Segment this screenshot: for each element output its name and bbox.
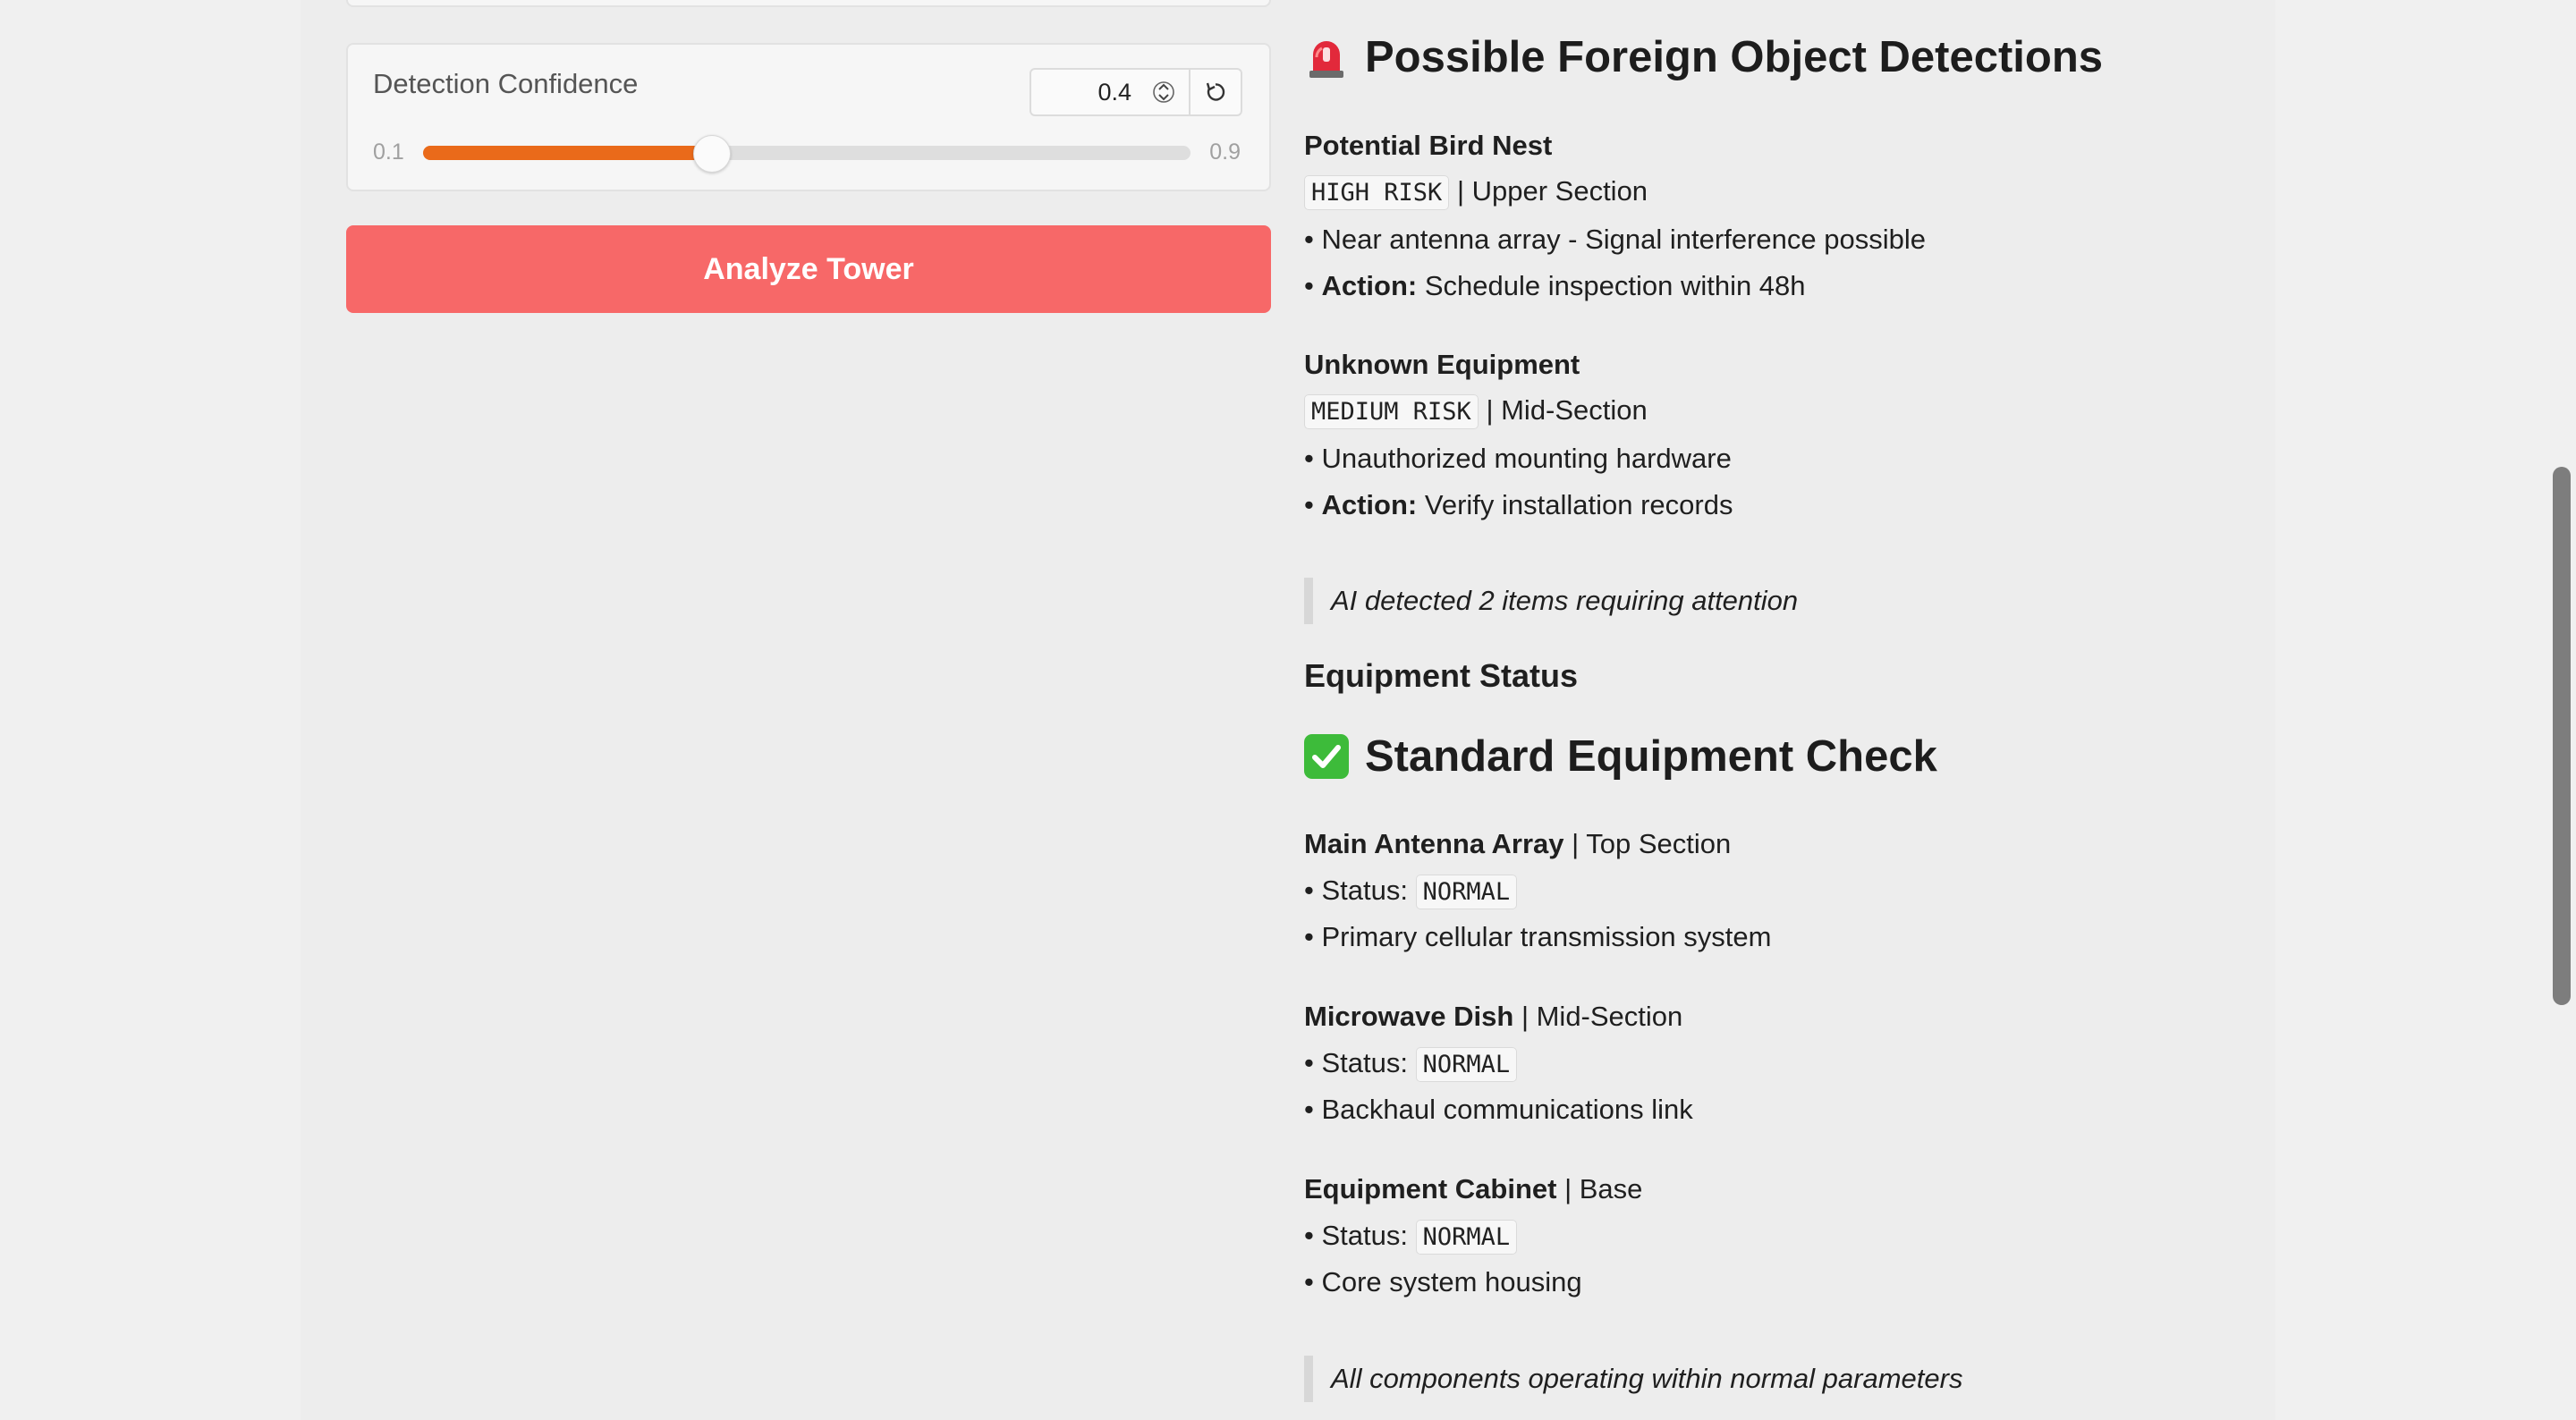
reset-icon [1206,82,1225,101]
analyze-tower-button[interactable]: Analyze Tower [346,225,1271,313]
risk-badge: HIGH RISK [1304,175,1450,210]
equipment-2-header: Microwave Dish | Mid-Section [1304,1001,1683,1032]
equipment-1-header: Main Antenna Array | Top Section [1304,828,1732,859]
check-mark-icon [1304,734,1349,779]
detection-2-location: | Mid-Section [1486,394,1648,426]
confidence-number-input[interactable]: 0.4 [1030,68,1242,116]
equipment-check-heading: Standard Equipment Check [1304,731,1937,782]
confidence-value[interactable]: 0.4 [1031,70,1139,114]
spinner-arrows-icon[interactable] [1139,70,1189,114]
rotating-light-icon [1304,35,1349,80]
detection-1-detail: • Near antenna array - Signal interferen… [1304,224,1926,255]
equipment-1-desc: • Primary cellular transmission system [1304,921,1772,952]
confidence-slider-card: Detection Confidence 0.4 0.1 0.9 [346,43,1271,191]
main-container [301,0,2275,1420]
confidence-slider-thumb[interactable] [692,135,731,173]
previous-card-edge [346,0,1271,7]
detection-1-risk-line: HIGH RISK | Upper Section [1304,175,1648,210]
equipment-3-header: Equipment Cabinet | Base [1304,1173,1643,1204]
equipment-2-desc: • Backhaul communications link [1304,1094,1693,1125]
status-badge: NORMAL [1415,1220,1518,1255]
scrollbar[interactable] [2547,0,2576,1420]
detection-2-action: • Action: Verify installation records [1304,489,1733,520]
equipment-summary: All components operating within normal p… [1304,1356,1962,1402]
equipment-check-title: Standard Equipment Check [1365,732,1937,781]
reset-button[interactable] [1189,70,1241,114]
risk-badge: MEDIUM RISK [1304,394,1479,429]
status-badge: NORMAL [1415,875,1518,909]
confidence-label: Detection Confidence [373,68,639,99]
detections-summary: AI detected 2 items requiring attention [1304,578,1798,624]
slider-min-label: 0.1 [373,139,404,165]
equipment-3-desc: • Core system housing [1304,1266,1582,1297]
detection-1-action: • Action: Schedule inspection within 48h [1304,270,1806,301]
equipment-status-heading: Equipment Status [1304,657,1579,694]
detection-2-risk-line: MEDIUM RISK | Mid-Section [1304,394,1648,429]
confidence-slider-fill [423,146,711,160]
slider-max-label: 0.9 [1209,139,1241,165]
equipment-3-status: • Status: NORMAL [1304,1220,1518,1255]
detections-title: Possible Foreign Object Detections [1365,33,2104,81]
equipment-2-status: • Status: NORMAL [1304,1047,1518,1082]
detection-2-name: Unknown Equipment [1304,349,1580,380]
detection-1-location: | Upper Section [1456,175,1648,207]
detections-heading: Possible Foreign Object Detections [1304,32,2103,82]
detection-1-name: Potential Bird Nest [1304,130,1553,161]
scrollbar-thumb[interactable] [2553,467,2571,1005]
confidence-slider-track[interactable] [423,135,1191,173]
status-badge: NORMAL [1415,1047,1518,1082]
detection-2-detail: • Unauthorized mounting hardware [1304,443,1732,474]
equipment-1-status: • Status: NORMAL [1304,875,1518,909]
